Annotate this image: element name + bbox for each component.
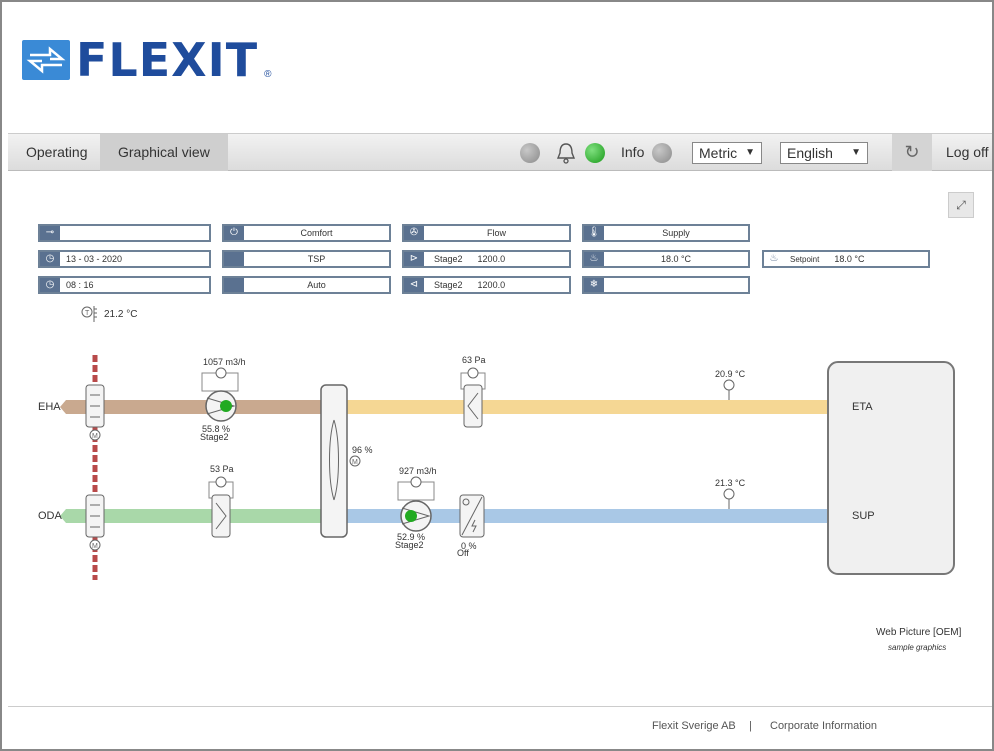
sample-graphics-note: sample graphics: [888, 643, 947, 652]
ahu-diagram: M M M: [60, 355, 955, 580]
extract-filter: [460, 367, 486, 428]
footer-separator: |: [749, 720, 752, 732]
corporate-information-link[interactable]: Corporate Information: [770, 720, 877, 732]
eha-label: EHA: [38, 401, 61, 413]
supply-fan-stage: Stage2: [395, 540, 424, 550]
svg-text:M: M: [352, 459, 358, 466]
eta-label: ETA: [852, 401, 873, 413]
heater-coil: [459, 494, 485, 538]
sup-temperature: 21.3 °C: [715, 478, 746, 488]
recovery-percent: 96 %: [352, 445, 373, 455]
outdoor-damper: M: [85, 494, 105, 551]
outdoor-filter: [208, 476, 234, 538]
exhaust-fan-stage: Stage2: [200, 432, 229, 442]
footer-divider: [8, 706, 992, 707]
svg-text:M: M: [92, 543, 98, 550]
room-box: [827, 361, 955, 575]
heater-state: Off: [457, 548, 469, 558]
outdoor-filter-pressure: 53 Pa: [210, 464, 234, 474]
extract-filter-pressure: 63 Pa: [462, 355, 486, 365]
eta-temperature: 20.9 °C: [715, 369, 746, 379]
exhaust-flow-value: 1057 m3/h: [203, 357, 246, 367]
svg-text:M: M: [92, 433, 98, 440]
extract-duct: [340, 400, 848, 414]
footer-company: Flexit Sverige AB: [652, 720, 736, 732]
oda-label: ODA: [38, 510, 62, 522]
supply-fan: [397, 476, 435, 532]
eta-temp-sensor: [723, 379, 735, 400]
exhaust-damper: M: [85, 384, 105, 441]
sup-label: SUP: [852, 510, 875, 522]
sup-temp-sensor: [723, 488, 735, 509]
web-picture-title: Web Picture [OEM]: [876, 627, 962, 638]
exhaust-fan: [201, 367, 239, 422]
supply-flow-value: 927 m3/h: [399, 466, 437, 476]
